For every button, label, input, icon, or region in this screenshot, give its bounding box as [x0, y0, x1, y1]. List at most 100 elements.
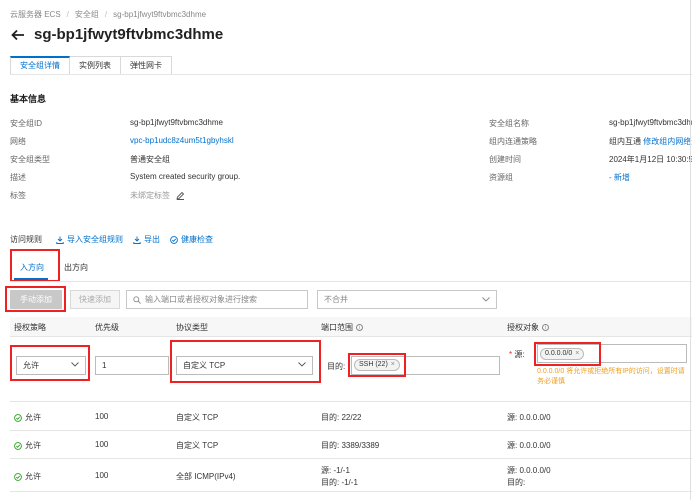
protocol-select-value: 自定义 TCP — [183, 361, 226, 370]
info-icon[interactable]: i — [356, 324, 363, 332]
policy-select[interactable]: 允许 — [16, 356, 86, 375]
info-icon[interactable]: i — [542, 324, 549, 332]
source-prefix: * 源: — [509, 350, 525, 359]
breadcrumb: 云服务器 ECS / 安全组 / sg-bp1jfwyt9ftvbmc3dhme — [10, 10, 207, 19]
health-check-label: 健康检查 — [181, 235, 213, 244]
scrollbar-edge — [690, 0, 691, 500]
row-port: 目的: 22/22 — [321, 413, 362, 422]
tab-security-group-details[interactable]: 安全组详情 — [10, 56, 70, 75]
row-source: 源: 0.0.0.0/0 — [507, 441, 551, 450]
export-icon — [133, 236, 141, 244]
row-protocol: 自定义 TCP — [176, 441, 219, 450]
tabs-divider — [10, 74, 692, 75]
manual-add-button[interactable]: 手动添加 — [10, 290, 62, 309]
info-value-sg-name: sg-bp1jfwyt9ftvbmc3dhme — [609, 118, 692, 127]
row-divider — [10, 458, 692, 459]
row-port-secondary: 目的: -1/-1 — [321, 478, 358, 487]
header-source-label: 授权对象 — [507, 323, 539, 332]
edit-icon[interactable] — [176, 191, 185, 201]
row-protocol: 全部 ICMP(IPv4) — [176, 472, 236, 481]
breadcrumb-ecs[interactable]: 云服务器 ECS — [10, 10, 61, 19]
info-value-network-link[interactable]: vpc-bp1udc8z4um5t1gbyhskl — [130, 136, 234, 145]
info-value-intra-policy: 组内互通 修改组内网络通 — [609, 136, 692, 147]
import-rules-label: 导入安全组规则 — [67, 235, 123, 244]
row-source: 源: 0.0.0.0/0 — [507, 413, 551, 422]
tags-value: 未绑定标签 — [130, 191, 170, 200]
info-label-description: 描述 — [10, 173, 26, 182]
merge-filter-placeholder: 不合并 — [324, 295, 348, 304]
search-placeholder: 输入端口或者授权对象进行搜索 — [145, 295, 257, 304]
row-priority: 100 — [95, 440, 109, 449]
import-rules-button[interactable]: 导入安全组规则 — [56, 234, 123, 245]
tab-elastic-nic[interactable]: 弹性网卡 — [121, 56, 172, 75]
info-value-description: System created security group. — [130, 172, 241, 181]
check-circle-icon — [14, 414, 22, 422]
search-icon — [133, 296, 141, 304]
port-prefix: 目的: — [327, 362, 346, 371]
row-divider — [10, 430, 692, 431]
tab-outbound[interactable]: 出方向 — [64, 262, 88, 273]
row-source: 源: 0.0.0.0/0 — [507, 466, 551, 475]
policy-select-value: 允许 — [23, 361, 39, 370]
info-value-created-time: 2024年1月12日 10:30:52 — [609, 155, 692, 164]
info-value-sg-id: sg-bp1jfwyt9ftvbmc3dhme — [130, 118, 223, 127]
priority-input[interactable]: 1 — [95, 356, 169, 375]
row-divider — [10, 401, 692, 402]
breadcrumb-security-group[interactable]: 安全组 — [75, 10, 99, 19]
health-check-button[interactable]: 健康检查 — [170, 234, 213, 245]
chevron-down-icon — [71, 362, 79, 367]
tab-instance-list[interactable]: 实例列表 — [70, 56, 121, 75]
back-arrow-icon[interactable] — [10, 27, 26, 43]
row-policy-label: 允许 — [25, 413, 41, 422]
info-label-sg-name: 安全组名称 — [489, 119, 529, 128]
access-rules-label: 访问规则 — [10, 235, 42, 244]
info-label-resource-group: 资源组 — [489, 173, 513, 182]
top-tabs: 安全组详情 实例列表 弹性网卡 — [10, 56, 172, 75]
modify-intra-policy-link[interactable]: 修改组内网络通 — [643, 137, 692, 146]
info-label-sg-id: 安全组ID — [10, 119, 42, 128]
info-label-network: 网络 — [10, 137, 26, 146]
info-label-intra-policy: 组内连通策略 — [489, 137, 537, 146]
row-divider — [10, 491, 692, 492]
check-circle-icon — [14, 442, 22, 450]
row-priority: 100 — [95, 471, 109, 480]
page-title: sg-bp1jfwyt9ftvbmc3dhme — [34, 26, 224, 43]
tab-inbound[interactable]: 入方向 — [20, 262, 44, 273]
port-tag: SSH (22) × — [354, 359, 400, 371]
info-label-sg-type: 安全组类型 — [10, 155, 50, 164]
info-value-sg-type: 普通安全组 — [130, 155, 170, 164]
header-port-range: 端口范围 i — [321, 322, 363, 333]
access-rules-bar: 访问规则 导入安全组规则 导出 健康检查 — [10, 234, 223, 245]
merge-filter-select[interactable]: 不合并 — [317, 290, 497, 309]
source-tag: 0.0.0.0/0 × — [540, 348, 585, 360]
check-circle-icon — [14, 473, 22, 481]
row-protocol: 自定义 TCP — [176, 413, 219, 422]
source-warning-text: 0.0.0.0/0 将允许或拒绝所有IP的访问，设置时请务必谨慎 — [537, 368, 685, 385]
breadcrumb-current: sg-bp1jfwyt9ftvbmc3dhme — [113, 10, 207, 19]
remove-tag-icon[interactable]: × — [575, 350, 579, 357]
header-priority: 优先级 — [95, 323, 119, 332]
row-port: 目的: 3389/3389 — [321, 441, 380, 450]
chevron-down-icon — [298, 362, 306, 367]
resource-group-add-link[interactable]: - 新增 — [609, 172, 630, 183]
chevron-down-icon — [482, 297, 490, 302]
row-priority: 100 — [95, 412, 109, 421]
title-row: sg-bp1jfwyt9ftvbmc3dhme — [10, 26, 223, 43]
health-check-icon — [170, 235, 178, 244]
row-source-secondary: 目的: — [507, 478, 526, 487]
remove-tag-icon[interactable]: × — [391, 361, 395, 368]
info-label-created-time: 创建时间 — [489, 155, 521, 164]
port-tag-label: SSH (22) — [359, 361, 388, 368]
header-protocol: 协议类型 — [176, 323, 208, 332]
protocol-select[interactable]: 自定义 TCP — [176, 356, 313, 375]
rule-search-input[interactable]: 输入端口或者授权对象进行搜索 — [126, 290, 308, 309]
header-port-range-label: 端口范围 — [321, 323, 353, 332]
export-button[interactable]: 导出 — [133, 234, 160, 245]
info-label-tags: 标签 — [10, 191, 26, 200]
header-source: 授权对象 i — [507, 322, 549, 333]
quick-add-button[interactable]: 快速添加 — [70, 290, 120, 309]
source-tag-label: 0.0.0.0/0 — [545, 350, 573, 357]
row-policy: 允许 — [14, 440, 41, 451]
row-port: 源: -1/-1 — [321, 466, 350, 475]
header-policy: 授权策略 — [14, 323, 46, 332]
